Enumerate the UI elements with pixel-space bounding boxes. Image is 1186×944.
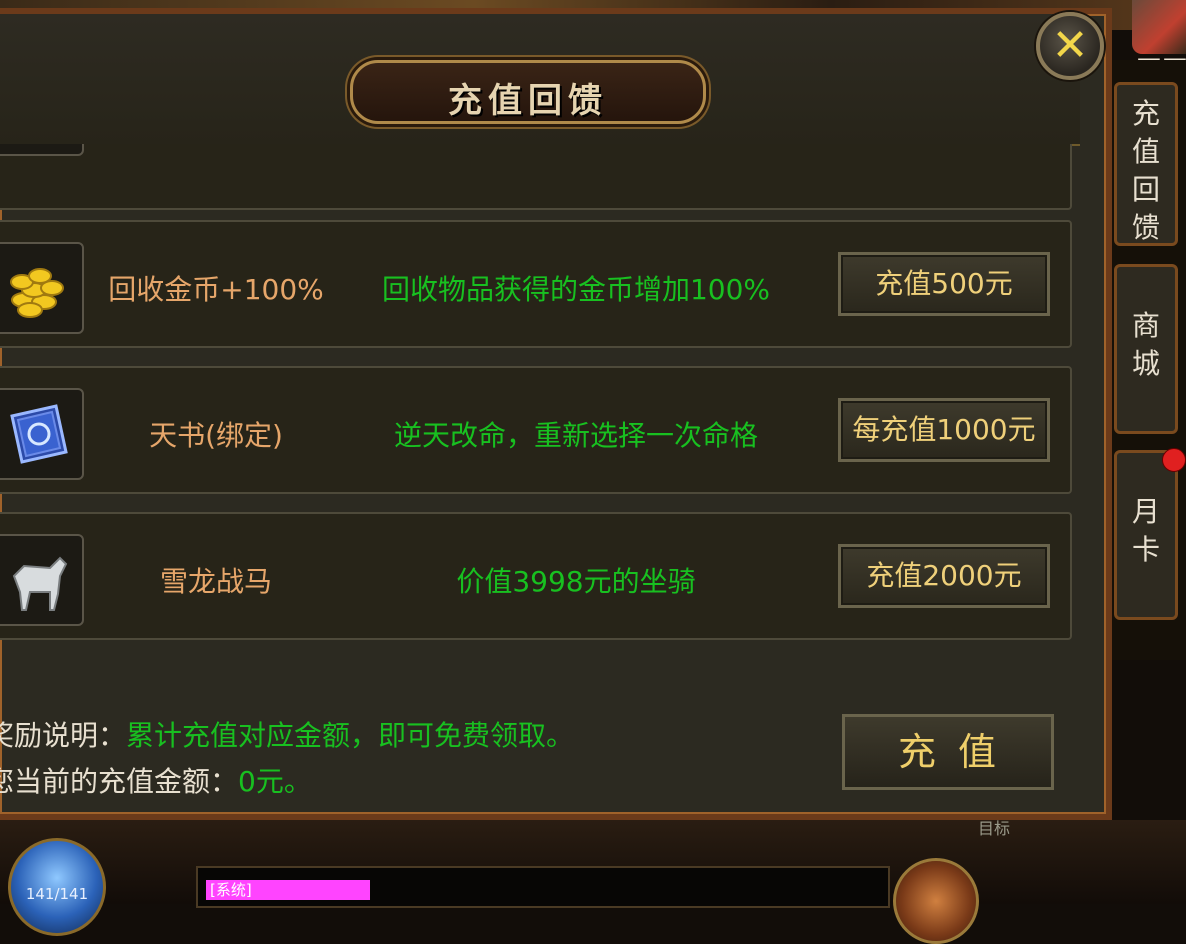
list-item: 天书(绑定) 逆天改命，重新选择一次命格 每充值1000元 [0,366,1072,494]
reward-list[interactable]: 回收金币+100% 回收物品获得的金币增加100% 充值500元 天书(绑定) … [0,144,1075,656]
reward-note: 奖励说明：累计充值对应金额，即可免费领取。 [0,714,574,754]
tab-monthly-card[interactable]: 月卡 [1114,450,1178,620]
skill-button[interactable] [893,858,979,944]
reward-name: 雪龙战马 [159,565,272,598]
reward-note-text: 累计充值对应金额，即可免费领取。 [126,719,575,752]
tab-shop[interactable]: 商城 [1114,264,1178,434]
hp-orb: 141/141 [8,838,106,936]
recharge-button[interactable]: 充值 [842,714,1054,790]
list-item-partial [0,144,1072,210]
tab-recharge-feedback[interactable]: 充值回馈 [1114,82,1178,246]
list-item: 雪龙战马 价值3998元的坐骑 充值2000元 [0,512,1072,640]
claim-button[interactable]: 充值500元 [838,252,1050,316]
item-icon-partial [0,144,84,156]
reward-note-label: 奖励说明： [0,719,127,752]
gold-coins-icon [0,242,84,334]
current-amount: 您当前的充值金额：0元。 [0,760,312,800]
list-item: 回收金币+100% 回收物品获得的金币增加100% 充值500元 [0,220,1072,348]
sky-book-icon [0,388,84,480]
claim-button[interactable]: 每充值1000元 [838,398,1050,462]
claim-button[interactable]: 充值2000元 [838,544,1050,608]
close-button[interactable]: ✕ [1036,12,1104,80]
notification-dot [1162,448,1186,472]
player-avatar[interactable] [1132,0,1186,54]
reward-description: 逆天改命，重新选择一次命格 [393,419,758,452]
chat-highlight: [系统] [206,880,370,900]
close-icon: ✕ [1051,20,1089,71]
tab-monthly-card-label: 月卡 [1131,495,1160,566]
tab-recharge-feedback-label: 充值回馈 [1131,97,1160,244]
current-amount-value: 0元。 [238,765,312,798]
reward-description: 价值3998元的坐骑 [456,565,696,598]
reward-name: 回收金币+100% [108,273,324,306]
war-horse-icon [0,534,84,626]
reward-name: 天书(绑定) [149,419,283,452]
chat-bar[interactable]: [系统] [196,866,890,908]
panel-header: 充值回馈 [0,14,1080,146]
current-amount-label: 您当前的充值金额： [0,765,239,798]
tab-shop-label: 商城 [1131,309,1160,380]
reward-description: 回收物品获得的金币增加100% [381,273,771,306]
recharge-feedback-panel: 充值回馈 回收金币+100% 回收物品获得的金币增加100% 充值500元 天书… [0,8,1112,820]
panel-title: 充值回馈 [448,81,608,121]
title-plate: 充值回馈 [350,60,706,124]
hp-orb-value: 141/141 [25,885,89,903]
